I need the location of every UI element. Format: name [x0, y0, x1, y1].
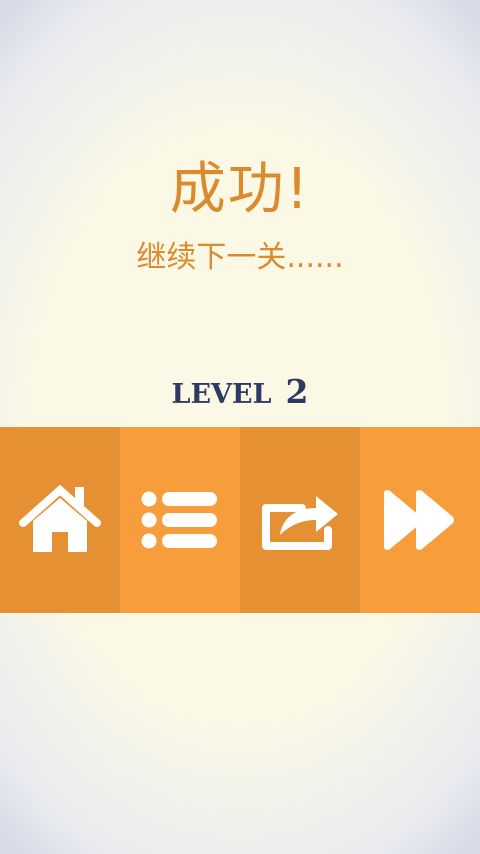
home-icon	[19, 485, 101, 552]
next-level-button[interactable]	[360, 427, 480, 613]
share-button[interactable]	[240, 427, 360, 613]
share-icon	[262, 496, 338, 550]
fast-forward-icon	[384, 490, 454, 550]
level-label: LEVEL	[171, 379, 272, 410]
action-toolbar	[0, 427, 480, 613]
list-icon	[141, 491, 217, 549]
level-number: 2	[285, 372, 309, 411]
home-button[interactable]	[0, 427, 120, 613]
level-indicator: LEVEL 2	[0, 370, 480, 417]
continue-next-level-text: 继续下一关......	[136, 240, 344, 275]
level-list-button[interactable]	[120, 427, 240, 613]
success-title: 成功!	[169, 157, 311, 222]
